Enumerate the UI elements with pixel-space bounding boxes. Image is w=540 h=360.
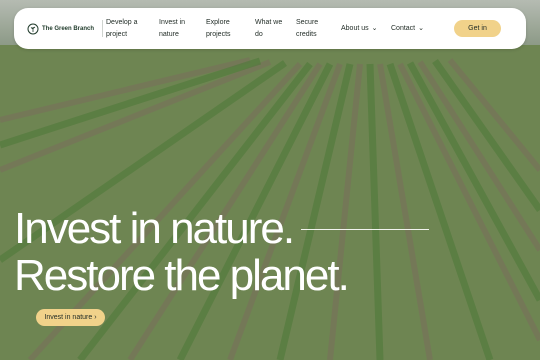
nav-invest-in-nature[interactable]: Invest in nature	[159, 17, 185, 41]
hero-headline: Invest in nature. Restore the planet.	[14, 204, 350, 300]
brand-name: The Green Branch	[42, 26, 95, 32]
headline-rule	[301, 229, 429, 230]
invest-in-nature-button[interactable]: Invest in nature ›	[36, 309, 105, 326]
brand-logo[interactable]: The Green Branch	[27, 21, 94, 37]
chevron-down-icon: ⌄	[371, 25, 378, 32]
nav-secure-credits[interactable]: Secure credits	[296, 17, 318, 41]
leaf-logo-icon	[27, 23, 39, 35]
field-background-image	[0, 0, 540, 360]
headline-line-2: Restore the planet.	[14, 251, 350, 300]
headline-line-1: Invest in nature.	[14, 204, 295, 253]
nav-what-we-do[interactable]: What we do	[255, 17, 282, 41]
nav-divider	[102, 20, 103, 37]
chevron-down-icon: ⌄	[418, 25, 424, 32]
nav-about-us[interactable]: About us ⌄	[341, 23, 378, 35]
get-in-touch-button[interactable]: Get in	[454, 20, 501, 37]
top-navigation: The Green Branch Develop a project Inves…	[14, 8, 526, 49]
nav-explore-projects[interactable]: Explore projects	[206, 17, 231, 41]
nav-develop-project[interactable]: Develop a project	[106, 17, 138, 41]
nav-contact[interactable]: Contact ⌄	[391, 23, 424, 35]
hero: The Green Branch Develop a project Inves…	[0, 0, 540, 360]
